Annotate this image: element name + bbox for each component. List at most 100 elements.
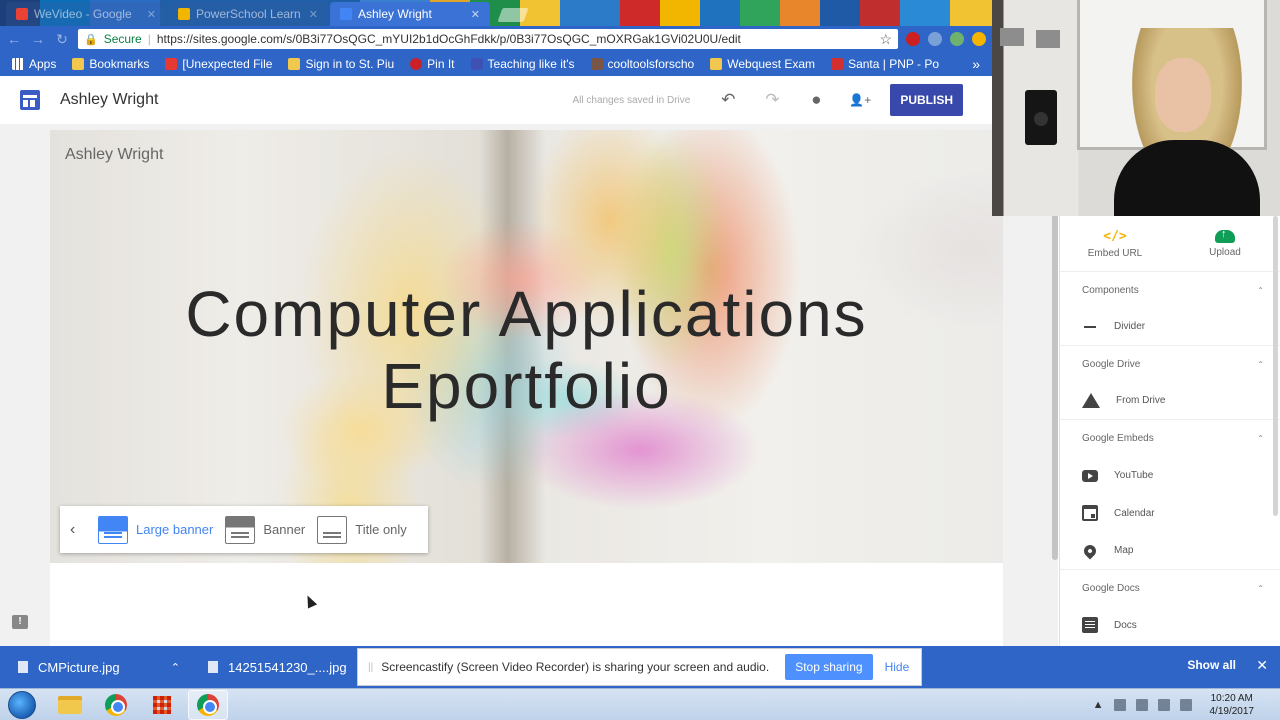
flag-icon[interactable] — [1113, 698, 1126, 711]
redo-icon[interactable]: ↷ — [754, 90, 790, 110]
drag-handle-icon[interactable]: || — [368, 662, 373, 673]
header-type-label: Title only — [355, 522, 407, 537]
collapse-chevron-icon[interactable]: ⌃ — [1257, 360, 1264, 369]
presenter-face — [1155, 58, 1211, 132]
section-components[interactable]: Components ⌃ — [1060, 272, 1280, 308]
bookmark-item[interactable]: cooltoolsforscho — [585, 57, 701, 71]
close-icon[interactable]: ✕ — [1256, 657, 1268, 674]
bookmark-item[interactable]: [Unexpected File — [159, 57, 278, 71]
publish-button[interactable]: PUBLISH — [890, 84, 963, 116]
reload-icon[interactable]: ↻ — [54, 31, 70, 48]
calendar-icon — [1082, 505, 1098, 521]
collapse-chevron-icon[interactable]: ⌃ — [1257, 434, 1264, 443]
new-tab-button[interactable] — [497, 8, 529, 22]
chrome-icon — [105, 693, 127, 716]
bookmarks-overflow-icon[interactable]: » — [966, 56, 986, 72]
network-icon[interactable] — [1157, 698, 1170, 711]
insert-item-label: Divider — [1114, 321, 1146, 332]
embed-url-button[interactable]: </> Embed URL — [1060, 216, 1170, 271]
apps-grid-icon — [12, 58, 24, 70]
tab-close-icon[interactable]: ✕ — [471, 8, 480, 21]
blog-icon — [470, 58, 483, 70]
clock[interactable]: 10:20 AM 4/19/2017 — [1210, 692, 1255, 718]
section-google-embeds[interactable]: Google Embeds ⌃ — [1060, 420, 1280, 456]
feedback-icon[interactable]: ! — [12, 615, 28, 629]
tab-close-icon[interactable]: ✕ — [309, 8, 318, 21]
page-content-area[interactable] — [50, 563, 1003, 646]
taskbar-explorer[interactable] — [50, 690, 90, 720]
header-banner-image[interactable]: Ashley Wright Computer Applications Epor… — [50, 130, 1003, 563]
windows-start-button[interactable] — [8, 690, 36, 719]
show-all-downloads-button[interactable]: Show all — [1187, 658, 1236, 672]
app-grid-icon — [153, 695, 171, 714]
sites-editor-header: Ashley Wright All changes saved in Drive… — [0, 76, 992, 124]
acrobat-icon — [165, 58, 178, 70]
extension-puzzle-icon[interactable] — [950, 32, 964, 46]
header-type-large-banner[interactable]: Large banner — [98, 515, 213, 544]
bookmark-item[interactable]: Pin It — [404, 57, 460, 71]
browser-tab-active[interactable]: Ashley Wright ✕ — [330, 2, 490, 26]
site-name-title[interactable]: Ashley Wright — [60, 91, 158, 109]
download-item[interactable]: 14251541230_....jpg — [190, 660, 380, 675]
extension-drive-icon[interactable] — [972, 32, 986, 46]
embed-url-label: Embed URL — [1087, 247, 1143, 259]
bookmark-star-icon[interactable]: ☆ — [879, 31, 892, 48]
taskbar-app-grid[interactable] — [142, 690, 182, 720]
section-title: Google Embeds — [1082, 432, 1154, 444]
google-drive-icon — [1082, 393, 1100, 408]
share-add-person-icon[interactable]: 👤+ — [842, 93, 878, 107]
address-bar[interactable]: 🔒 Secure | https://sites.google.com/s/0B… — [78, 29, 898, 49]
monitor-icon[interactable] — [1135, 698, 1148, 711]
collapse-chevron-icon[interactable]: ⌃ — [1257, 286, 1264, 295]
bookmark-apps[interactable]: Apps — [6, 57, 62, 71]
cloud-upload-icon — [1215, 228, 1235, 243]
extension-info-icon[interactable] — [928, 32, 942, 46]
section-google-drive[interactable]: Google Drive ⌃ — [1060, 346, 1280, 382]
collapse-chevron-icon[interactable]: ⌃ — [1257, 584, 1264, 593]
insert-youtube[interactable]: YouTube — [1060, 456, 1280, 494]
folder-icon — [58, 695, 82, 714]
insert-docs[interactable]: Docs — [1060, 606, 1280, 644]
large-banner-icon — [98, 515, 128, 544]
back-arrow-icon[interactable]: ← — [6, 31, 22, 47]
insert-divider[interactable]: Divider — [1060, 308, 1280, 346]
insert-map[interactable]: Map — [1060, 532, 1280, 570]
embed-code-icon: </> — [1103, 228, 1127, 244]
upload-button[interactable]: Upload — [1170, 216, 1280, 271]
url-text[interactable]: https://sites.google.com/s/0B3i77OsQGC_m… — [157, 32, 874, 46]
browser-tab[interactable]: PowerSchool Learn ✕ — [168, 2, 328, 26]
bookmark-item[interactable]: Webquest Exam — [704, 57, 821, 71]
browser-tab-strip: WeVideo - Google ✕ PowerSchool Learn ✕ A… — [0, 0, 992, 26]
chevron-up-icon[interactable]: ⌃ — [171, 661, 180, 674]
download-item[interactable]: CMPicture.jpg ⌃ — [0, 660, 190, 675]
download-filename: CMPicture.jpg — [38, 659, 120, 675]
bookmark-item[interactable]: Bookmarks — [66, 57, 155, 71]
tab-close-icon[interactable]: ✕ — [147, 8, 156, 21]
insert-from-drive[interactable]: From Drive — [1060, 382, 1280, 420]
taskbar-chrome-active[interactable] — [188, 689, 228, 720]
bookmark-item[interactable]: Teaching like it's — [465, 57, 581, 71]
google-sites-logo-icon[interactable] — [20, 90, 40, 110]
section-google-docs[interactable]: Google Docs ⌃ — [1060, 570, 1280, 606]
bookmark-item[interactable]: Santa | PNP - Po — [825, 57, 945, 71]
page-title[interactable]: Computer Applications Eportfolio — [50, 278, 1003, 422]
section-title: Components — [1082, 284, 1139, 296]
insert-calendar[interactable]: Calendar — [1060, 494, 1280, 532]
banner-site-name[interactable]: Ashley Wright — [65, 146, 163, 164]
browser-tab[interactable]: WeVideo - Google ✕ — [6, 2, 166, 26]
header-type-banner[interactable]: Banner — [225, 515, 305, 544]
forward-arrow-icon[interactable]: → — [30, 31, 46, 47]
stop-sharing-button[interactable]: Stop sharing — [785, 654, 873, 680]
tab-title: WeVideo - Google — [34, 7, 132, 21]
chevron-left-icon[interactable]: ‹ — [70, 521, 90, 539]
undo-icon[interactable]: ↶ — [710, 90, 746, 110]
volume-icon[interactable] — [1179, 698, 1192, 711]
site-icon — [590, 58, 603, 70]
extension-opera-icon[interactable] — [906, 32, 920, 46]
taskbar-chrome[interactable] — [96, 690, 136, 720]
header-type-title-only[interactable]: Title only — [317, 515, 407, 544]
tray-expand-icon[interactable]: ▲ — [1093, 699, 1104, 711]
preview-eye-icon[interactable]: ● — [798, 90, 834, 110]
bookmark-item[interactable]: Sign in to St. Piu — [282, 57, 400, 71]
hide-button[interactable]: Hide — [885, 660, 910, 674]
